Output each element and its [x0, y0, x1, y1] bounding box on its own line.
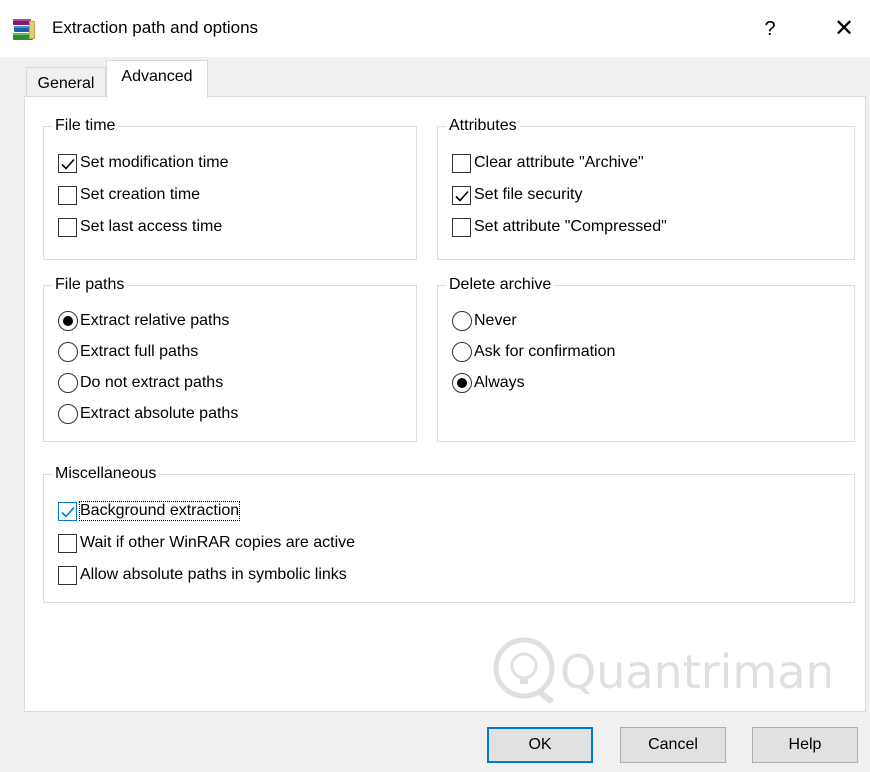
- set-compressed-attribute-option[interactable]: Set attribute "Compressed": [452, 216, 667, 238]
- set-file-security-label: Set file security: [474, 186, 583, 203]
- title-close-button[interactable]: ✕: [822, 11, 866, 47]
- file-paths-group: File paths Extract relative paths Extrac…: [43, 275, 417, 442]
- delete-archive-group: Delete archive Never Ask for confirmatio…: [437, 275, 855, 442]
- file-time-group: File time Set modification time Set crea…: [43, 116, 417, 260]
- extract-absolute-paths-radio[interactable]: [58, 404, 78, 424]
- radio-dot-icon: [63, 316, 73, 326]
- title-help-button[interactable]: ?: [750, 11, 790, 47]
- extract-relative-paths-label: Extract relative paths: [80, 312, 230, 329]
- extract-relative-paths-option[interactable]: Extract relative paths: [58, 310, 229, 332]
- delete-archive-legend: Delete archive: [446, 275, 555, 295]
- attributes-legend: Attributes: [446, 116, 520, 136]
- do-not-extract-paths-label: Do not extract paths: [80, 374, 224, 391]
- allow-absolute-symlinks-label: Allow absolute paths in symbolic links: [80, 566, 347, 583]
- file-paths-legend: File paths: [52, 275, 128, 295]
- set-modification-time-checkbox[interactable]: [58, 153, 77, 173]
- set-compressed-attribute-checkbox[interactable]: [452, 217, 471, 237]
- svg-text:Quantrimang: Quantrimang: [560, 645, 830, 699]
- set-file-security-checkbox[interactable]: [452, 185, 471, 205]
- attributes-group: Attributes Clear attribute "Archive" Set…: [437, 116, 855, 260]
- checkmark-icon: [455, 190, 469, 202]
- set-modification-time-option[interactable]: Set modification time: [58, 152, 229, 174]
- set-last-access-time-option[interactable]: Set last access time: [58, 216, 222, 238]
- extraction-options-dialog: Extraction path and options ? ✕ General …: [0, 0, 870, 772]
- cancel-button[interactable]: Cancel: [620, 727, 726, 763]
- set-file-security-option[interactable]: Set file security: [452, 184, 582, 206]
- delete-always-label: Always: [474, 374, 525, 391]
- set-compressed-attribute-label: Set attribute "Compressed": [474, 218, 667, 235]
- set-modification-time-label: Set modification time: [80, 154, 229, 171]
- extract-full-paths-radio[interactable]: [58, 342, 78, 362]
- winrar-books-icon: [12, 17, 36, 43]
- extract-full-paths-label: Extract full paths: [80, 343, 199, 360]
- wait-other-copies-option[interactable]: Wait if other WinRAR copies are active: [58, 532, 355, 554]
- advanced-tab-panel: File time Set modification time Set crea…: [24, 96, 866, 712]
- do-not-extract-paths-option[interactable]: Do not extract paths: [58, 372, 223, 394]
- clear-archive-attribute-option[interactable]: Clear attribute "Archive": [452, 152, 644, 174]
- delete-ask-confirmation-label: Ask for confirmation: [474, 343, 616, 360]
- wait-other-copies-label: Wait if other WinRAR copies are active: [80, 534, 356, 551]
- extract-relative-paths-radio[interactable]: [58, 311, 78, 331]
- quantrimang-watermark: Quantrimang: [490, 630, 864, 710]
- extract-full-paths-option[interactable]: Extract full paths: [58, 341, 198, 363]
- ok-button[interactable]: OK: [487, 727, 593, 763]
- background-extraction-option[interactable]: Background extraction: [58, 500, 241, 522]
- file-time-legend: File time: [52, 116, 119, 136]
- title-bar: Extraction path and options ? ✕: [0, 0, 870, 57]
- help-button[interactable]: Help: [752, 727, 858, 763]
- background-extraction-label: Background extraction: [78, 501, 241, 521]
- clear-archive-attribute-label: Clear attribute "Archive": [474, 154, 644, 171]
- extract-absolute-paths-option[interactable]: Extract absolute paths: [58, 403, 238, 425]
- miscellaneous-group: Miscellaneous Background extraction Wait…: [43, 464, 855, 603]
- delete-never-radio[interactable]: [452, 311, 472, 331]
- window-title: Extraction path and options: [52, 18, 259, 37]
- delete-never-option[interactable]: Never: [452, 310, 517, 332]
- set-creation-time-option[interactable]: Set creation time: [58, 184, 200, 206]
- set-creation-time-checkbox[interactable]: [58, 185, 77, 205]
- watermark-logo-icon: Quantrimang: [493, 637, 864, 705]
- clear-archive-attribute-checkbox[interactable]: [452, 153, 471, 173]
- delete-always-option[interactable]: Always: [452, 372, 525, 394]
- set-last-access-time-label: Set last access time: [80, 218, 223, 235]
- delete-ask-confirmation-radio[interactable]: [452, 342, 472, 362]
- set-last-access-time-checkbox[interactable]: [58, 217, 77, 237]
- checkmark-icon: [61, 506, 75, 518]
- tab-advanced[interactable]: Advanced: [106, 60, 208, 98]
- delete-always-radio[interactable]: [452, 373, 472, 393]
- miscellaneous-legend: Miscellaneous: [52, 464, 160, 484]
- do-not-extract-paths-radio[interactable]: [58, 373, 78, 393]
- allow-absolute-symlinks-checkbox[interactable]: [58, 565, 77, 585]
- delete-ask-confirmation-option[interactable]: Ask for confirmation: [452, 341, 615, 363]
- delete-never-label: Never: [474, 312, 517, 329]
- tab-general[interactable]: General: [26, 67, 106, 97]
- extract-absolute-paths-label: Extract absolute paths: [80, 405, 239, 422]
- set-creation-time-label: Set creation time: [80, 186, 201, 203]
- background-extraction-checkbox[interactable]: [58, 501, 77, 521]
- radio-dot-icon: [457, 378, 467, 388]
- checkmark-icon: [61, 158, 75, 170]
- wait-other-copies-checkbox[interactable]: [58, 533, 77, 553]
- allow-absolute-symlinks-option[interactable]: Allow absolute paths in symbolic links: [58, 564, 347, 586]
